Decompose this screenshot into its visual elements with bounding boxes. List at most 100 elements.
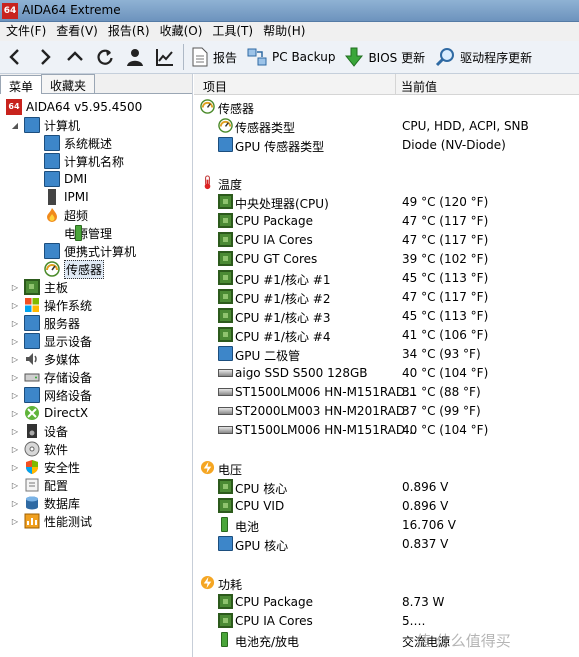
tree-item-database[interactable]: ▷ 数据库: [10, 494, 80, 512]
menu-report[interactable]: 报告(R): [103, 22, 155, 41]
tree-item-portable-computer[interactable]: 便携式计算机: [44, 242, 136, 260]
row-label: CPU #1/核心 #4: [235, 330, 331, 344]
table-row[interactable]: CPU IA Cores 5.…: [194, 612, 579, 631]
expand-icon[interactable]: ▷: [10, 409, 20, 418]
tree-item-label: 设备: [44, 424, 69, 439]
tree-item-label: 计算机名称: [64, 154, 125, 169]
column-value-header[interactable]: 当前值: [401, 78, 437, 95]
menu-bar: 文件(F) 查看(V) 报告(R) 收藏(O) 工具(T) 帮助(H): [0, 22, 579, 41]
bios-update-button[interactable]: BIOS 更新: [340, 42, 430, 72]
tree-item-overclock[interactable]: 超频: [44, 206, 88, 224]
collapse-icon[interactable]: ◢: [10, 121, 20, 130]
table-row[interactable]: ST1500LM006 HN-M151RAD... 40 °C (104 °F): [194, 421, 579, 440]
table-row[interactable]: CPU Package 8.73 W: [194, 593, 579, 612]
table-row[interactable]: 中央处理器(CPU) 49 °C (120 °F): [194, 193, 579, 212]
expand-icon[interactable]: ▷: [10, 481, 20, 490]
menu-help[interactable]: 帮助(H): [258, 22, 310, 41]
tree-item-os[interactable]: ▷ 操作系统: [10, 296, 92, 314]
table-row[interactable]: CPU VID 0.896 V: [194, 497, 579, 516]
menu-favorites[interactable]: 收藏(O): [155, 22, 208, 41]
expand-icon[interactable]: ▷: [10, 337, 20, 346]
back-button[interactable]: [0, 42, 30, 72]
chart-button[interactable]: [150, 42, 180, 72]
expand-icon[interactable]: ▷: [10, 427, 20, 436]
report-button[interactable]: 报告: [187, 42, 242, 72]
menu-tools[interactable]: 工具(T): [207, 22, 258, 41]
table-row[interactable]: aigo SSD S500 128GB 40 °C (104 °F): [194, 364, 579, 383]
table-row[interactable]: 电池 16.706 V: [194, 516, 579, 535]
tree-item-ipmi[interactable]: IPMI: [44, 188, 89, 206]
lightning-icon: [200, 460, 215, 475]
row-label: CPU IA Cores: [235, 614, 313, 628]
expand-icon[interactable]: ▷: [10, 499, 20, 508]
table-row[interactable]: ST1500LM006 HN-M151RAD... 31 °C (88 °F): [194, 383, 579, 402]
table-row[interactable]: 电池充/放电 交流电源: [194, 631, 579, 650]
tree-item-computer[interactable]: ◢ 计算机: [10, 116, 80, 134]
table-row[interactable]: CPU #1/核心 #2 47 °C (117 °F): [194, 288, 579, 307]
tree-item-directx[interactable]: ▷ DirectX: [10, 404, 88, 422]
refresh-button[interactable]: [90, 42, 120, 72]
table-row[interactable]: CPU #1/核心 #4 41 °C (106 °F): [194, 326, 579, 345]
table-row[interactable]: GPU 二极管 34 °C (93 °F): [194, 345, 579, 364]
user-button[interactable]: [120, 42, 150, 72]
flame-icon: [44, 207, 60, 223]
title-bar: 64 AIDA64 Extreme: [0, 0, 579, 22]
table-row[interactable]: CPU Package 47 °C (117 °F): [194, 212, 579, 231]
row-label: 中央处理器(CPU): [235, 197, 329, 211]
table-row[interactable]: CPU GT Cores 39 °C (102 °F): [194, 250, 579, 269]
table-row[interactable]: CPU 核心 0.896 V: [194, 478, 579, 497]
expand-icon[interactable]: ▷: [10, 517, 20, 526]
tree-item-config[interactable]: ▷ 配置: [10, 476, 68, 494]
tree-item-sensor[interactable]: 传感器: [44, 259, 105, 279]
table-row[interactable]: CPU IA Cores 47 °C (117 °F): [194, 231, 579, 250]
tree-item-label: 多媒体: [44, 352, 81, 367]
tree-item-dmi[interactable]: DMI: [44, 170, 87, 188]
column-item-header[interactable]: 项目: [203, 78, 227, 95]
tab-favorites[interactable]: 收藏夹: [41, 74, 96, 93]
tree-item-power-management[interactable]: 电源管理: [44, 224, 112, 242]
menu-view[interactable]: 查看(V): [51, 22, 103, 41]
driver-update-button[interactable]: 驱动程序更新: [430, 42, 537, 72]
expand-icon[interactable]: ▷: [10, 373, 20, 382]
pc-backup-button[interactable]: PC Backup: [242, 42, 340, 72]
tree-item-display[interactable]: ▷ 显示设备: [10, 332, 92, 350]
tree-item-devices[interactable]: ▷ 设备: [10, 422, 68, 440]
expand-icon[interactable]: ▷: [10, 463, 20, 472]
tab-menu[interactable]: 菜单: [0, 75, 43, 94]
document-icon: [192, 47, 208, 67]
config-icon: [24, 477, 40, 493]
tree-item-computer-name[interactable]: 计算机名称: [44, 152, 124, 170]
tree-item-benchmark[interactable]: ▷ 性能测试: [10, 512, 92, 530]
table-row[interactable]: CPU #1/核心 #1 45 °C (113 °F): [194, 269, 579, 288]
drive-icon: [218, 426, 233, 434]
table-row[interactable]: ST2000LM003 HN-M201RAD 37 °C (99 °F): [194, 402, 579, 421]
tree-item-network[interactable]: ▷ 网络设备: [10, 386, 92, 404]
up-button[interactable]: [60, 42, 90, 72]
tree-item-software[interactable]: ▷ 软件: [10, 440, 68, 458]
forward-button[interactable]: [30, 42, 60, 72]
tree-root[interactable]: 64 AIDA64 v5.95.4500: [6, 98, 142, 116]
table-row[interactable]: GPU 传感器类型 Diode (NV-Diode): [194, 136, 579, 155]
tree-item-storage[interactable]: ▷ 存储设备: [10, 368, 92, 386]
menu-file[interactable]: 文件(F): [0, 22, 51, 41]
row-label: ST1500LM006 HN-M151RAD...: [235, 385, 417, 399]
table-row[interactable]: CPU #1/核心 #3 45 °C (113 °F): [194, 307, 579, 326]
expand-icon[interactable]: ▷: [10, 445, 20, 454]
table-row[interactable]: GPU 核心 0.837 V: [194, 535, 579, 554]
expand-icon[interactable]: ▷: [10, 355, 20, 364]
thermometer-icon: [200, 175, 215, 190]
tree-item-multimedia[interactable]: ▷ 多媒体: [10, 350, 80, 368]
tree-item-motherboard[interactable]: ▷ 主板: [10, 278, 68, 296]
column-divider[interactable]: [395, 74, 396, 95]
expand-icon[interactable]: ▷: [10, 283, 20, 292]
row-value: 47 °C (117 °F): [402, 214, 489, 228]
expand-icon[interactable]: ▷: [10, 319, 20, 328]
expand-icon[interactable]: ▷: [10, 301, 20, 310]
table-row[interactable]: 传感器类型 CPU, HDD, ACPI, SNB: [194, 117, 579, 136]
pc-backup-icon: [247, 48, 267, 66]
tree-item-system-summary[interactable]: 系统概述: [44, 134, 112, 152]
tree-item-security[interactable]: ▷ 安全性: [10, 458, 80, 476]
tree-item-server[interactable]: ▷ 服务器: [10, 314, 80, 332]
row-value: Diode (NV-Diode): [402, 138, 506, 152]
expand-icon[interactable]: ▷: [10, 391, 20, 400]
